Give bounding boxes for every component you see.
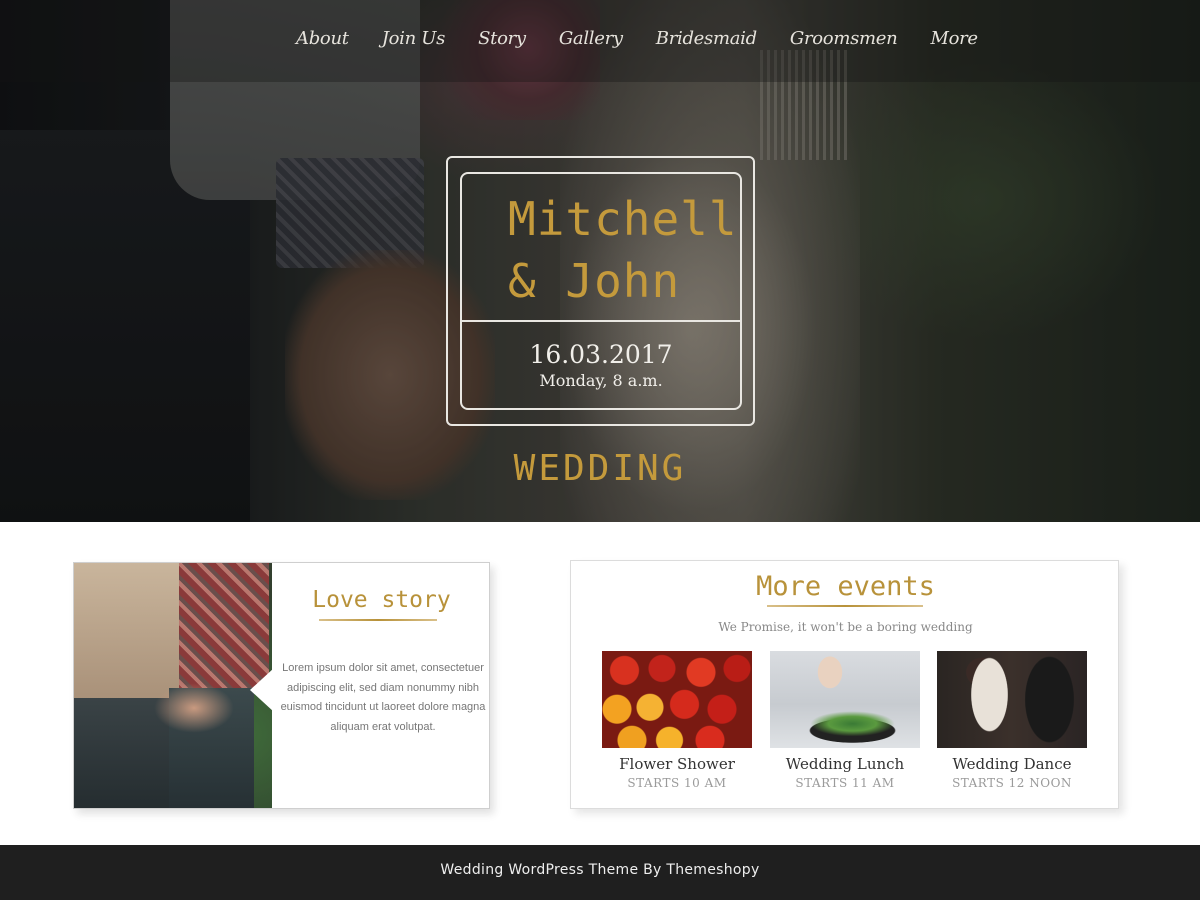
couple-names: Mitchell & John — [508, 188, 738, 312]
event-item-wedding-dance[interactable]: Wedding Dance STARTS 12 NOON — [937, 651, 1087, 790]
love-story-photo — [74, 563, 272, 808]
wedding-time: Monday, 8 a.m. — [539, 371, 663, 390]
event-image-lunch[interactable] — [770, 651, 920, 748]
love-story-underline — [319, 619, 437, 621]
event-item-wedding-lunch[interactable]: Wedding Lunch STARTS 11 AM — [770, 651, 920, 790]
nav-about[interactable]: About — [296, 28, 349, 49]
event-image-dance[interactable] — [937, 651, 1087, 748]
footer-credit: Wedding WordPress Theme By Themeshopy — [440, 862, 760, 878]
love-story-title: Love story — [312, 587, 451, 613]
nav-story[interactable]: Story — [478, 28, 526, 49]
nav-more[interactable]: More — [930, 28, 978, 49]
hero-banner: About Join Us Story Gallery Bridesmaid G… — [0, 0, 1200, 522]
event-name: Wedding Dance — [952, 755, 1072, 773]
event-image-flowers[interactable] — [602, 651, 752, 748]
site-footer: Wedding WordPress Theme By Themeshopy — [0, 845, 1200, 900]
wedding-date: 16.03.2017 — [529, 340, 673, 369]
event-name: Wedding Lunch — [785, 755, 905, 773]
nav-join-us[interactable]: Join Us — [382, 28, 446, 49]
top-nav-bar: About Join Us Story Gallery Bridesmaid G… — [0, 0, 1200, 82]
more-events-title: More events — [756, 571, 935, 602]
main-nav: About Join Us Story Gallery Bridesmaid G… — [296, 28, 1011, 49]
photo-sweater — [74, 563, 184, 703]
more-events-subtitle: We Promise, it won't be a boring wedding — [718, 620, 973, 634]
event-time: STARTS 12 NOON — [952, 776, 1072, 790]
couple-name-line1: Mitchell — [508, 192, 738, 246]
event-time: STARTS 10 AM — [627, 776, 727, 790]
nav-groomsmen[interactable]: Groomsmen — [790, 28, 898, 49]
love-story-card[interactable]: Love story Lorem ipsum dolor sit amet, c… — [73, 562, 490, 809]
more-events-card: More events We Promise, it won't be a bo… — [570, 560, 1119, 809]
event-item-flower-shower[interactable]: Flower Shower STARTS 10 AM — [602, 651, 752, 790]
event-name: Flower Shower — [619, 755, 735, 773]
couple-name-line2: & John — [508, 254, 681, 308]
more-events-underline — [767, 605, 923, 607]
wedding-heading: WEDDING — [513, 448, 687, 489]
event-time: STARTS 11 AM — [795, 776, 895, 790]
story-pointer-arrow — [250, 668, 274, 712]
title-frame-divider — [460, 320, 742, 322]
love-story-text: Lorem ipsum dolor sit amet, consectetuer… — [280, 662, 486, 733]
nav-bridesmaid[interactable]: Bridesmaid — [656, 28, 757, 49]
photo-hands — [154, 683, 234, 733]
nav-gallery[interactable]: Gallery — [559, 28, 623, 49]
